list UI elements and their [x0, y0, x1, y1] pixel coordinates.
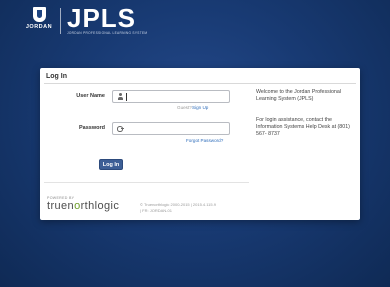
jordan-logo: JORDAN [22, 6, 56, 30]
app-title: JPLS [67, 3, 137, 33]
username-input[interactable] [129, 91, 229, 102]
login-button[interactable]: Log In [99, 159, 123, 170]
key-icon [117, 126, 124, 132]
password-label: Password [79, 125, 105, 131]
vendor-logo-suffix: rthlogic [80, 200, 120, 212]
welcome-message: Welcome to the Jordan Professional Learn… [256, 89, 341, 102]
logo-divider [60, 8, 61, 34]
user-icon [117, 93, 123, 100]
password-input[interactable] [127, 123, 227, 134]
shield-icon [32, 7, 46, 22]
title-divider [44, 83, 356, 84]
forgot-password-link[interactable]: Forgot Password? [186, 138, 223, 143]
copyright-text: © Truenorthlogic 2000-2015 | 2015.4.115.… [140, 202, 216, 214]
guest-text: Guest? [177, 105, 192, 110]
footer-divider [44, 182, 249, 183]
signup-link[interactable]: Sign Up [192, 105, 208, 110]
app-brand: JPLS JORDAN PROFESSIONAL LEARNING SYSTEM [67, 3, 148, 35]
vendor-logo-prefix: truen [47, 200, 75, 212]
app-subtitle: JORDAN PROFESSIONAL LEARNING SYSTEM [67, 31, 148, 35]
help-desk-message: For login assistance, contact the Inform… [256, 117, 350, 137]
text-cursor [125, 92, 127, 101]
copyright-line-2: | FR: JORDAN-01 [140, 208, 172, 213]
login-title: Log In [46, 73, 67, 80]
org-name: JORDAN [25, 24, 53, 30]
username-label: User Name [76, 93, 105, 99]
username-field[interactable] [112, 90, 230, 103]
vendor-logo: truenorthlogic [47, 200, 119, 212]
login-card: Log In User Name Guest? Sign Up Password… [40, 68, 360, 220]
site-logo: JORDAN JPLS JORDAN PROFESSIONAL LEARNING… [22, 3, 148, 36]
password-field[interactable] [112, 122, 230, 135]
